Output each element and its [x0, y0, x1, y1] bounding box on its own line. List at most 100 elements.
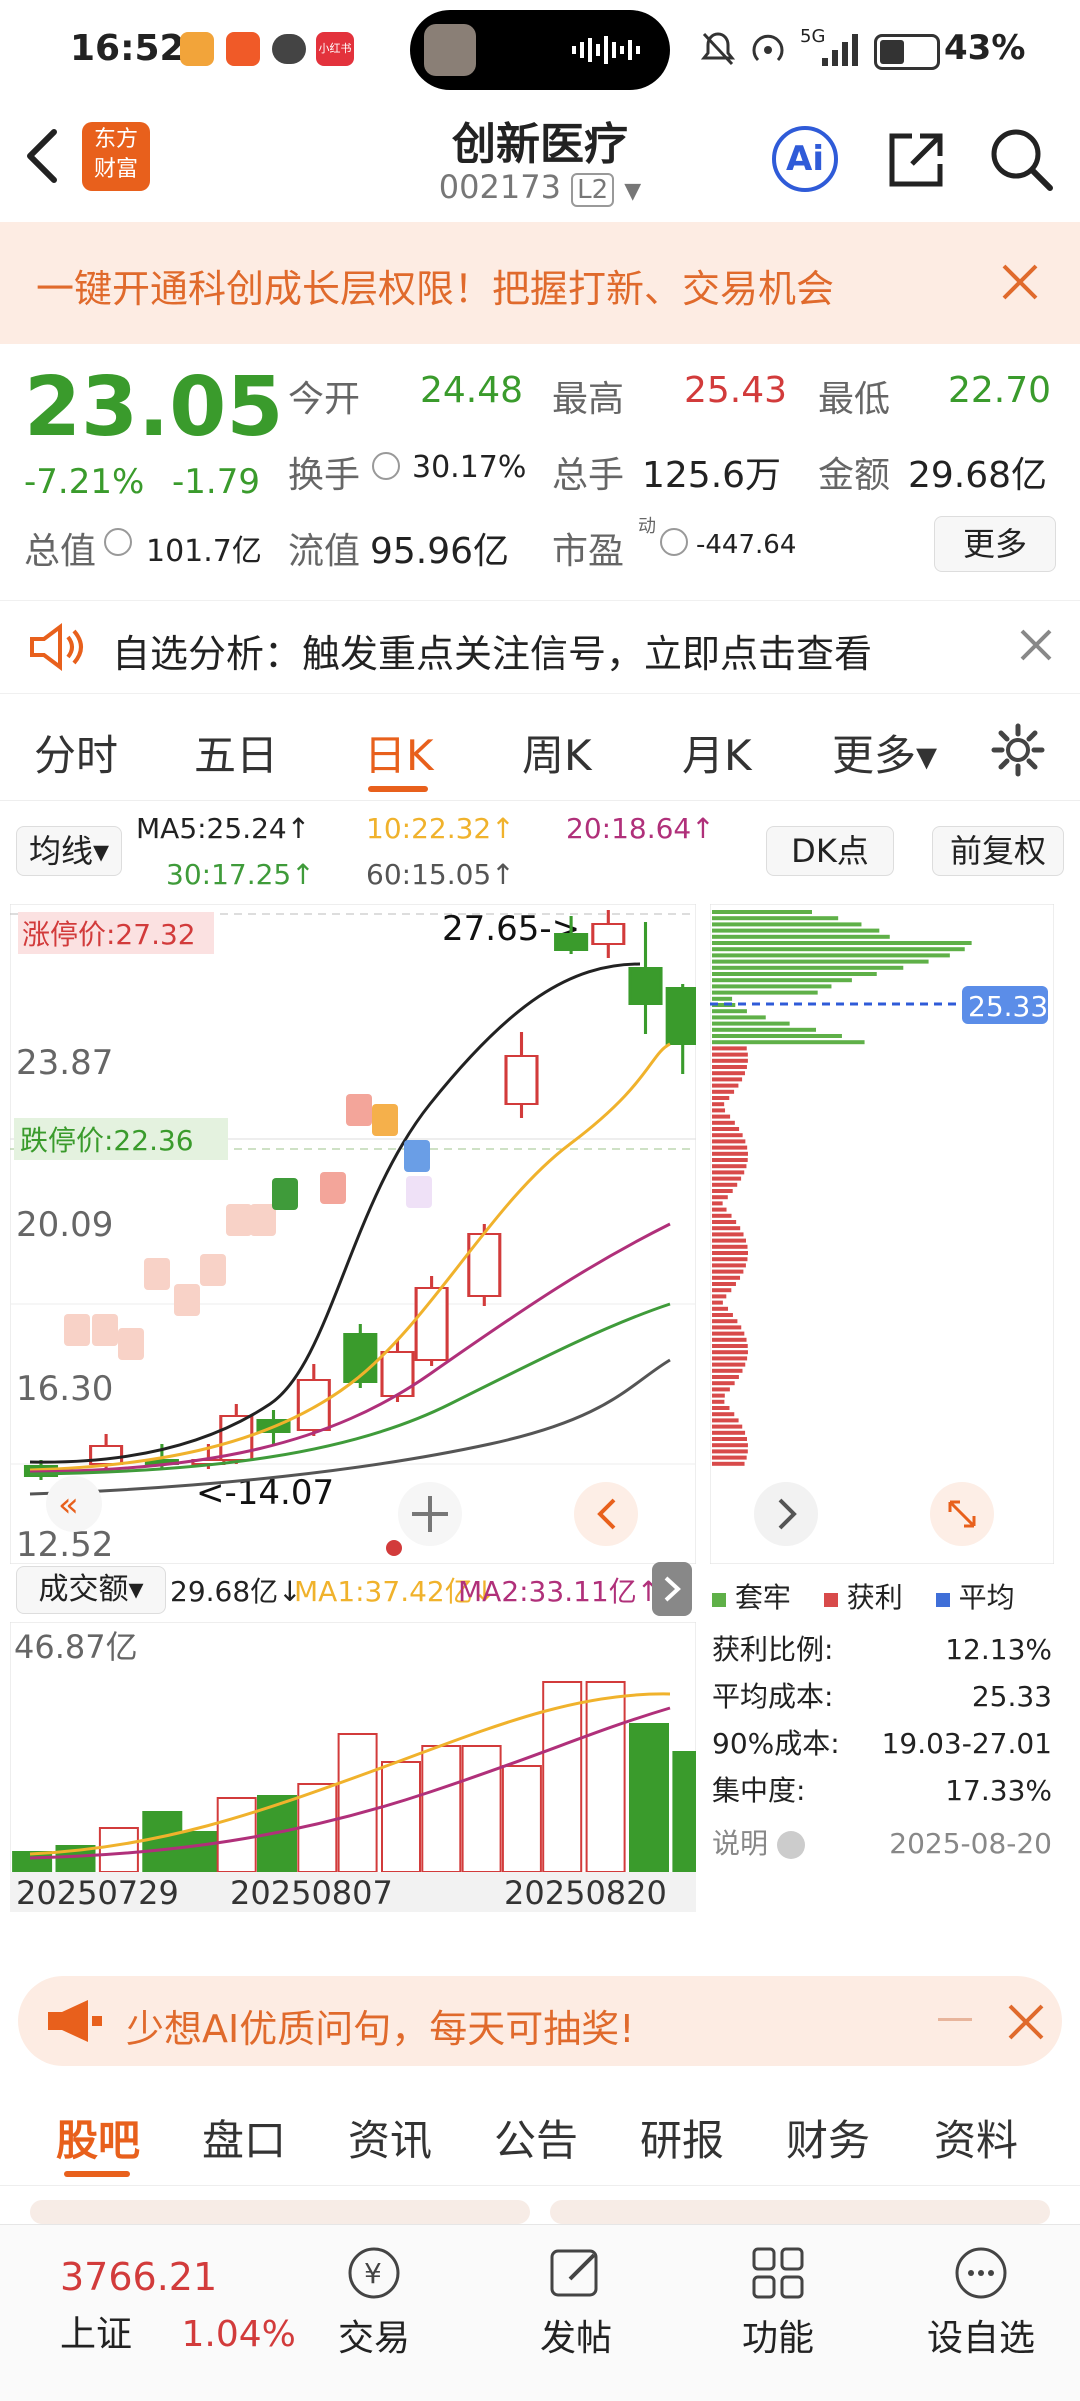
nav-label: 功能: [741, 2318, 814, 2359]
megaphone-icon: [48, 2000, 102, 2042]
date-label-3: 20250820: [504, 1874, 667, 1912]
stock-name: 创新医疗: [452, 119, 628, 170]
nav-post[interactable]: 发帖: [526, 2241, 626, 2361]
chip-bar: [712, 1027, 817, 1032]
back-arrow-icon[interactable]: [22, 126, 62, 186]
tab-pankou[interactable]: 盘口: [202, 2107, 286, 2168]
promo-banner[interactable]: 一键开通科创成长层权限！把握打新、交易机会: [0, 222, 1080, 344]
nav-functions[interactable]: 功能: [728, 2241, 828, 2361]
banner-text: 一键开通科创成长层权限！把握打新、交易机会: [36, 267, 835, 311]
tab-more[interactable]: 更多▾: [832, 722, 937, 783]
search-icon[interactable]: [988, 126, 1056, 194]
chip-bar: [712, 1344, 748, 1348]
stat-label: 获利比例:: [712, 1633, 834, 1666]
turnover-label: 换手: [288, 455, 361, 496]
last-price: 23.05: [24, 360, 284, 455]
index-widget[interactable]: 3766.21 上证 1.04%: [60, 2255, 300, 2357]
share-icon[interactable]: [884, 128, 948, 192]
chip-bar: [712, 1238, 746, 1243]
close-icon[interactable]: [1008, 2004, 1044, 2040]
adjust-mode-button[interactable]: 前复权: [932, 826, 1064, 876]
notice-bar[interactable]: 自选分析：触发重点关注信号，立即点击查看: [0, 600, 1080, 694]
chip-bar: [712, 1102, 725, 1107]
kline-chart-area: 均线▾ MA5:25.24↑ 10:22.32↑ 20:18.64↑ 30:17…: [0, 800, 1080, 1960]
mute-bell-icon: [700, 32, 736, 66]
candle-body: [665, 987, 696, 1045]
chip-bar: [712, 1170, 745, 1175]
volume-amount: 29.68亿↓: [170, 1575, 302, 1608]
battery-percent: 43%: [944, 28, 1026, 68]
chip-stat-row: 平均成本: 25.33: [712, 1673, 1052, 1720]
float-label: 流值: [288, 531, 361, 572]
chip-bar: [712, 1325, 742, 1330]
chip-bar: [712, 1213, 732, 1218]
more-button[interactable]: 更多: [934, 516, 1056, 572]
close-icon[interactable]: [1000, 262, 1040, 302]
chip-distribution-panel[interactable]: 25.33: [710, 904, 1054, 1564]
price-tick-2: 20.09: [16, 1205, 113, 1245]
candlestick-panel[interactable]: 涨停价:27.32 跌停价:22.36 23.87 20.09 16.30 12…: [10, 904, 696, 1564]
info-icon[interactable]: [372, 452, 400, 480]
stat-label: 90%成本:: [712, 1727, 840, 1760]
nav-trade[interactable]: ¥ 交易: [324, 2241, 424, 2361]
chip-bar: [712, 1313, 733, 1317]
chip-bar: [712, 1052, 748, 1057]
grid-icon: [752, 2247, 804, 2299]
stock-code-row[interactable]: 002173 L2 ▼: [340, 168, 740, 207]
info-icon[interactable]: [660, 528, 688, 556]
tab-guba[interactable]: 股吧: [56, 2107, 140, 2168]
stat-value: 25.33: [971, 1680, 1052, 1713]
tab-announcement[interactable]: 公告: [494, 2107, 578, 2168]
chip-legend: 套牢 获利 平均: [712, 1576, 1062, 1616]
chip-bar: [712, 1319, 738, 1324]
ai-promo-banner[interactable]: 少想AI优质问句，每天可抽奖!: [18, 1976, 1062, 2066]
tab-weekly-k[interactable]: 周K: [522, 722, 592, 783]
tab-monthly-k[interactable]: 月K: [682, 722, 752, 783]
volume-bar: [179, 1831, 220, 1873]
ma-selector[interactable]: 均线▾: [16, 826, 122, 876]
chip-bar: [712, 1034, 842, 1038]
scroll-left-button[interactable]: [574, 1482, 638, 1546]
chip-bar: [712, 1375, 739, 1379]
chip-scroll-right-button[interactable]: [754, 1482, 818, 1546]
tab-finance[interactable]: 财务: [786, 2107, 870, 2168]
ma5-value: MA5:25.24↑: [136, 812, 311, 845]
tab-daily-k[interactable]: 日K: [364, 722, 434, 783]
chip-bar: [712, 934, 890, 939]
chip-bar: [712, 1263, 746, 1268]
stock-code: 002173: [438, 168, 561, 206]
volume-panel[interactable]: 46.87亿 20250729 20250807 20250820: [10, 1622, 696, 1912]
nav-add-watchlist[interactable]: 设自选: [916, 2241, 1046, 2361]
change-value: -1.79: [172, 462, 260, 502]
page-dot: [386, 1540, 402, 1556]
chip-date: 2025-08-20: [889, 1827, 1052, 1860]
status-time: 16:52: [70, 28, 185, 69]
tab-intraday[interactable]: 分时: [34, 722, 118, 783]
chip-bar: [712, 1387, 730, 1392]
signal-marker: [200, 1254, 226, 1286]
info-icon[interactable]: [104, 528, 132, 556]
candle-body: [591, 923, 626, 945]
tab-news[interactable]: 资讯: [348, 2107, 432, 2168]
stat-value: 12.13%: [945, 1633, 1052, 1666]
close-icon[interactable]: [1020, 629, 1052, 661]
chip-bar: [712, 1455, 747, 1460]
chip-bar: [712, 1065, 747, 1069]
tab-profile[interactable]: 资料: [934, 2107, 1018, 2168]
app-badge-icon: [226, 32, 260, 66]
dk-point-button[interactable]: DK点: [766, 826, 894, 876]
bottom-nav: 3766.21 上证 1.04% ¥ 交易 发帖 功能 设自选: [0, 2224, 1080, 2401]
gear-icon[interactable]: [990, 722, 1046, 778]
chip-bar: [712, 910, 812, 914]
volume-bar: [421, 1745, 462, 1873]
ai-assistant-button[interactable]: Ai: [772, 126, 838, 192]
chip-note-row[interactable]: 说明 2025-08-20: [712, 1820, 1052, 1867]
chip-bar: [712, 1251, 748, 1255]
tab-research[interactable]: 研报: [640, 2107, 724, 2168]
active-tab-underline: [368, 786, 428, 792]
active-tab-underline: [64, 2171, 130, 2177]
volume-selector[interactable]: 成交额▾: [16, 1566, 166, 1614]
minimize-icon[interactable]: [938, 2018, 972, 2021]
tab-five-day[interactable]: 五日: [194, 722, 278, 783]
collapse-volume-button[interactable]: [652, 1562, 692, 1616]
